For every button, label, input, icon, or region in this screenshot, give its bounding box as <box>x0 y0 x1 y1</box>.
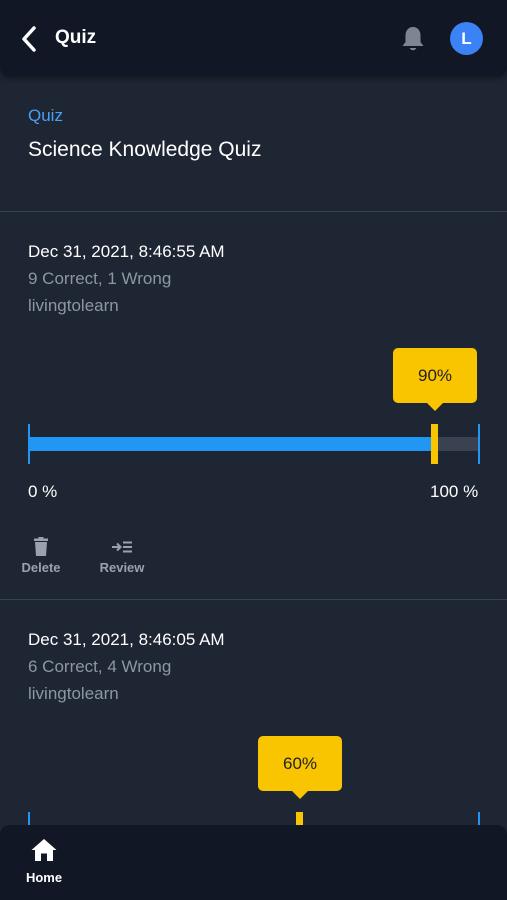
home-icon <box>31 839 57 861</box>
bottom-navigation: Home <box>0 825 507 900</box>
bell-icon <box>402 27 424 51</box>
page-title: Quiz <box>55 27 97 48</box>
score-tooltip: 60% <box>258 736 342 799</box>
score-tooltip-label: 60% <box>282 753 318 773</box>
score-tooltip: 90% <box>393 348 477 411</box>
nav-home[interactable]: Home <box>14 837 74 885</box>
nav-home-label: Home <box>25 870 63 885</box>
attempt-date: Dec 31, 2021, 8:46:05 AM <box>28 630 225 649</box>
attempt-user: livingtolearn <box>28 684 119 703</box>
divider <box>0 211 507 212</box>
review-icon <box>112 541 132 553</box>
score-marker <box>430 424 438 464</box>
chevron-left-icon <box>22 26 36 52</box>
delete-button[interactable]: Delete <box>11 537 71 575</box>
review-label: Review <box>99 560 145 575</box>
notifications-button[interactable] <box>399 24 427 54</box>
quiz-title: Science Knowledge Quiz <box>28 138 262 161</box>
delete-label: Delete <box>21 560 61 575</box>
axis-max-label: 100 % <box>430 482 479 501</box>
breadcrumb[interactable]: Quiz <box>28 106 63 126</box>
review-button[interactable]: Review <box>92 537 152 575</box>
axis-min-label: 0 % <box>28 482 58 501</box>
trash-icon <box>34 537 48 556</box>
attempt-score: 6 Correct, 4 Wrong <box>28 657 172 676</box>
attempt-score: 9 Correct, 1 Wrong <box>28 269 172 288</box>
score-tooltip-label: 90% <box>417 365 453 385</box>
score-bar-track <box>29 437 479 451</box>
attempt-date: Dec 31, 2021, 8:46:55 AM <box>28 242 225 261</box>
divider <box>0 599 507 600</box>
score-bar-fill <box>29 437 434 451</box>
avatar[interactable]: L <box>450 22 483 55</box>
top-app-bar: Quiz L <box>0 0 507 76</box>
back-button[interactable] <box>18 24 44 54</box>
bar-end-cap <box>478 424 480 464</box>
attempt-user: livingtolearn <box>28 296 119 315</box>
